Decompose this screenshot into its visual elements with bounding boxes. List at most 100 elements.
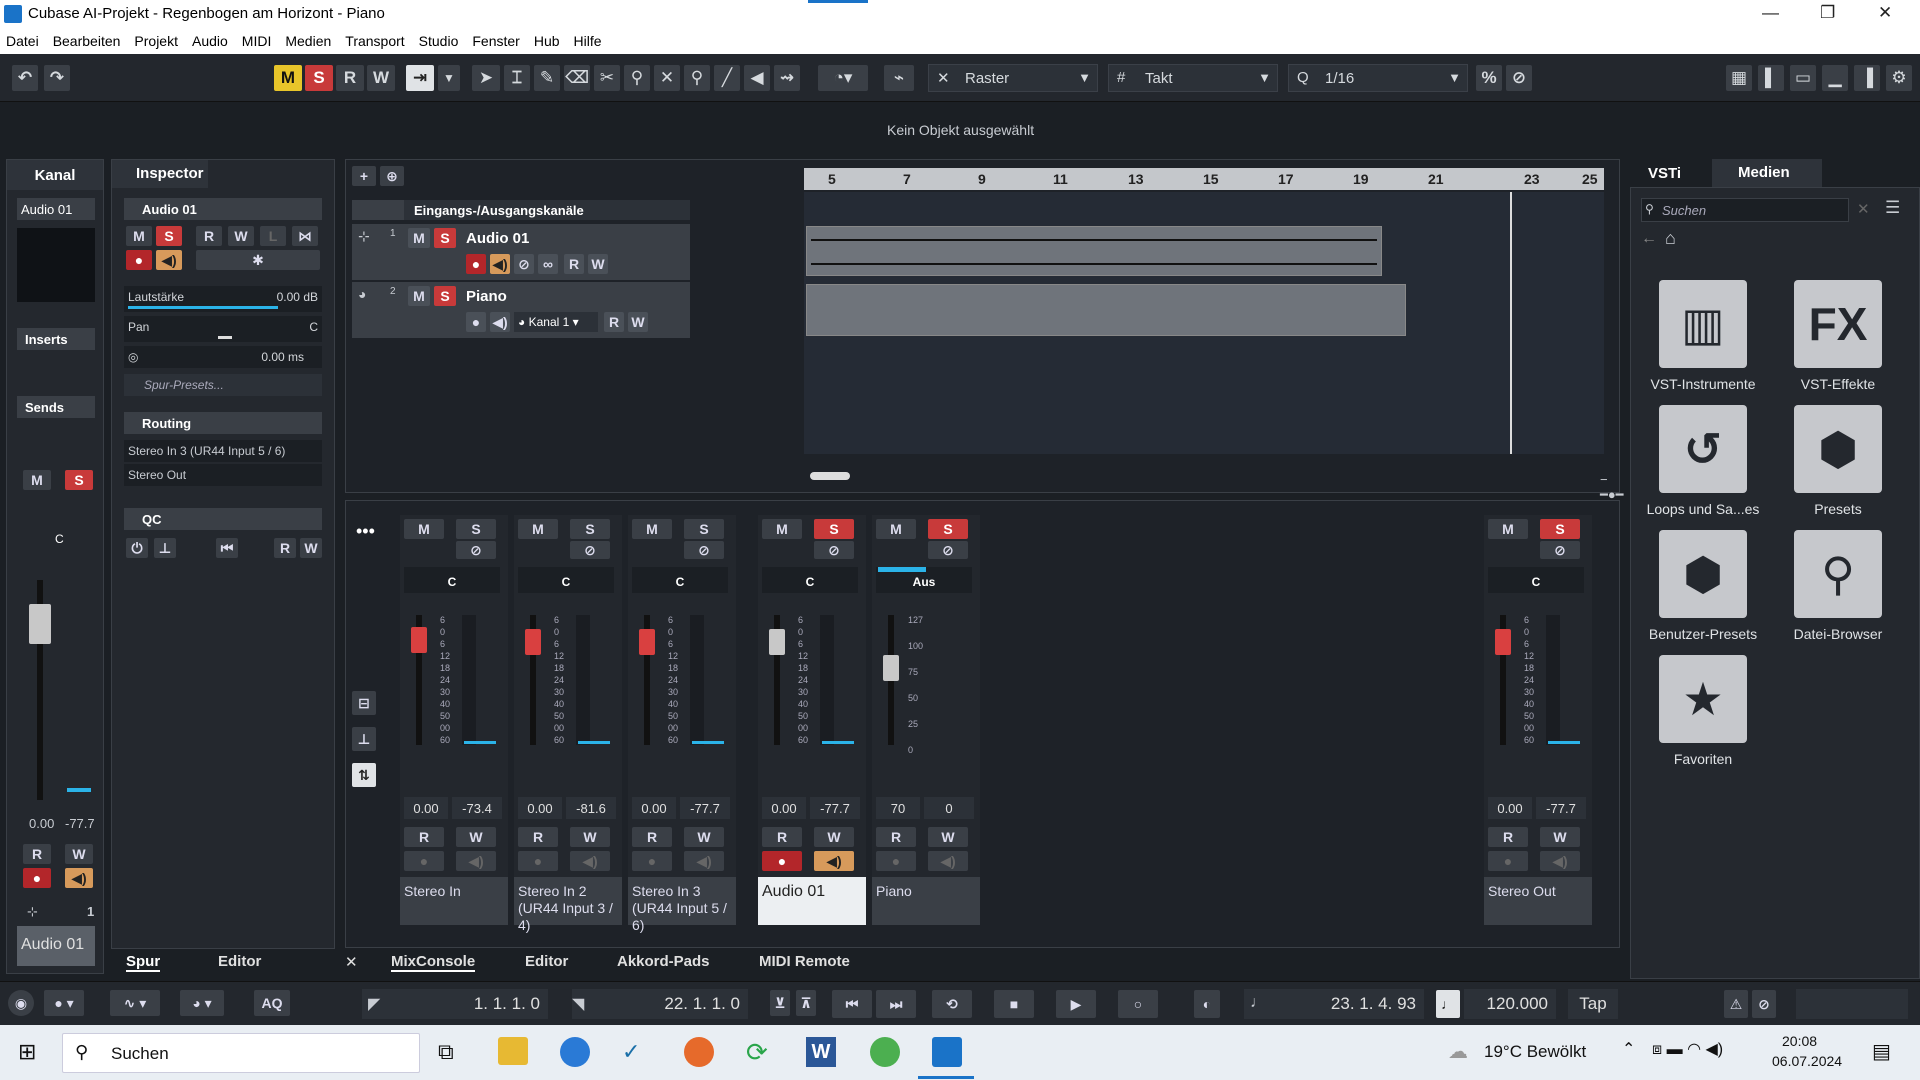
strip-solo-button[interactable]: S: [814, 519, 854, 539]
tab-spur[interactable]: Spur: [126, 953, 161, 972]
track-1-write-button[interactable]: W: [588, 254, 608, 274]
kanal-record-icon[interactable]: ●: [23, 868, 51, 888]
strip-read-button[interactable]: R: [518, 827, 558, 847]
strip-name[interactable]: Stereo In 3 (UR44 Input 5 / 6): [628, 877, 736, 933]
inspector-lock-button[interactable]: L: [260, 226, 286, 246]
tray-apps-icon[interactable]: ⧈ ▬ ◠ ◀): [1652, 1039, 1723, 1059]
delay-control[interactable]: ◎ 0.00 ms: [124, 346, 322, 368]
go-to-end-icon[interactable]: ⏭: [876, 990, 916, 1018]
track-1-lock-icon[interactable]: ⊘: [514, 254, 534, 274]
track-2-monitor-icon[interactable]: ◀): [490, 312, 510, 332]
strip-volume-value[interactable]: 0.00: [762, 797, 806, 819]
strip-pan-control[interactable]: C: [404, 567, 500, 593]
strip-mute-button[interactable]: M: [762, 519, 802, 539]
strip-monitor-icon[interactable]: ◀): [814, 851, 854, 871]
strip-fader-handle[interactable]: [411, 627, 427, 653]
tab-chord-pads[interactable]: Akkord-Pads: [617, 953, 710, 970]
list-view-icon[interactable]: ☰: [1885, 198, 1900, 218]
menu-midi[interactable]: MIDI: [242, 33, 272, 49]
strip-write-button[interactable]: W: [570, 827, 610, 847]
track-1-monitor-icon[interactable]: ◀): [490, 254, 510, 274]
mixer-meter-icon[interactable]: ⊥: [352, 727, 376, 751]
strip-mute-button[interactable]: M: [632, 519, 672, 539]
tray-chevron-icon[interactable]: ⌃: [1622, 1039, 1635, 1059]
close-button[interactable]: ✕: [1878, 3, 1892, 23]
kanal-volume-value[interactable]: 0.00: [29, 816, 54, 831]
add-track-preset-icon[interactable]: ⊕: [380, 166, 404, 186]
loops-samples-icon[interactable]: ↺: [1659, 405, 1747, 493]
settings-gear-icon[interactable]: ⚙: [1886, 65, 1912, 91]
back-icon[interactable]: ←: [1641, 230, 1657, 248]
track-2-read-button[interactable]: R: [604, 312, 624, 332]
play-icon[interactable]: ▶: [1056, 990, 1096, 1018]
windows-start-icon[interactable]: ⊞: [18, 1039, 36, 1065]
strip-monitor-icon[interactable]: ◀): [570, 851, 610, 871]
strip-fader-handle[interactable]: [769, 629, 785, 655]
strip-volume-value[interactable]: 0.00: [404, 797, 448, 819]
menu-hilfe[interactable]: Hilfe: [574, 33, 602, 49]
volume-control[interactable]: Lautstärke 0.00 dB: [124, 286, 322, 312]
menu-bearbeiten[interactable]: Bearbeiten: [53, 33, 121, 49]
strip-read-button[interactable]: R: [762, 827, 802, 847]
strip-record-icon[interactable]: ●: [762, 851, 802, 871]
tab-midi-remote[interactable]: MIDI Remote: [759, 953, 850, 970]
tempo-display[interactable]: 120.000: [1464, 989, 1556, 1019]
vlc-app-icon[interactable]: ✓: [622, 1039, 640, 1065]
strip-lock-icon[interactable]: ⊘: [814, 541, 854, 559]
lower-zone-icon[interactable]: ▁: [1822, 65, 1848, 91]
tab-editor-lower[interactable]: Editor: [525, 953, 568, 970]
strip-solo-button[interactable]: S: [684, 519, 724, 539]
track-1-record-icon[interactable]: ●: [466, 254, 486, 274]
qc-section[interactable]: QC: [124, 508, 322, 530]
strip-solo-button[interactable]: S: [928, 519, 968, 539]
center-zone-icon[interactable]: ▭: [1790, 65, 1816, 91]
strip-fader-handle[interactable]: [525, 629, 541, 655]
strip-volume-value[interactable]: 0.00: [1488, 797, 1532, 819]
inspector-tab[interactable]: Inspector: [112, 160, 208, 188]
kanal-pan-value[interactable]: C: [55, 532, 64, 546]
right-zone-icon[interactable]: ▐: [1854, 65, 1880, 91]
folder-track[interactable]: Eingangs-/Ausgangskanäle: [404, 200, 690, 220]
strip-record-icon[interactable]: ●: [1488, 851, 1528, 871]
notification-icon[interactable]: ▤: [1872, 1039, 1891, 1064]
user-presets-icon[interactable]: ⬢: [1659, 530, 1747, 618]
strip-lock-icon[interactable]: ⊘: [928, 541, 968, 559]
edge-browser-icon[interactable]: [560, 1037, 590, 1067]
track-2-handle[interactable]: ◕ 2: [352, 282, 404, 338]
project-cursor[interactable]: [1510, 192, 1512, 454]
kanal-monitor-icon[interactable]: ◀): [65, 868, 93, 888]
loops-samples-label[interactable]: Loops und Sa...es: [1633, 501, 1773, 517]
strip-name[interactable]: Stereo In: [400, 877, 508, 925]
input-routing-dropdown[interactable]: Stereo In 3 (UR44 Input 5 / 6): [124, 440, 322, 462]
midi-activity-icon[interactable]: ◕ ▾: [180, 990, 224, 1016]
inspector-write-button[interactable]: W: [228, 226, 254, 246]
qc-skip-icon[interactable]: ⏮: [216, 538, 238, 558]
strip-mute-button[interactable]: M: [876, 519, 916, 539]
strip-name[interactable]: Stereo Out: [1484, 877, 1592, 925]
tab-vsti[interactable]: VSTi: [1648, 161, 1712, 187]
right-locator-icon[interactable]: ◥: [572, 994, 584, 1014]
word-icon[interactable]: W: [806, 1037, 836, 1067]
mute-tool-icon[interactable]: ✕: [654, 65, 680, 91]
track-2-midi-channel-dropdown[interactable]: ◕ Kanal 1 ▾: [514, 312, 598, 332]
play-tool-icon[interactable]: ◀: [744, 65, 770, 91]
global-write-button[interactable]: W: [367, 65, 395, 91]
strip-volume-value[interactable]: 0.00: [518, 797, 562, 819]
favorites-star-icon[interactable]: ★: [1659, 655, 1747, 743]
range-tool-icon[interactable]: ⌶: [504, 65, 530, 91]
automation-dropdown-icon[interactable]: ▼: [438, 65, 460, 91]
vst-effects-label[interactable]: VST-Effekte: [1768, 376, 1908, 392]
zoom-tool-icon[interactable]: ⚲: [684, 65, 710, 91]
qc-write-button[interactable]: W: [300, 538, 322, 558]
strip-write-button[interactable]: W: [814, 827, 854, 847]
strip-read-button[interactable]: R: [404, 827, 444, 847]
weather-text[interactable]: 19°C Bewölkt: [1484, 1042, 1586, 1062]
track-1-name[interactable]: Audio 01: [466, 230, 529, 247]
maps-app-icon[interactable]: [870, 1037, 900, 1067]
snap-type-dropdown[interactable]: ✕ Raster ▼: [928, 64, 1098, 92]
file-browser-icon[interactable]: ⚲: [1794, 530, 1882, 618]
kanal-write-button[interactable]: W: [65, 844, 93, 864]
inspector-phase-icon[interactable]: ⋈: [292, 226, 318, 246]
menu-audio[interactable]: Audio: [192, 33, 228, 49]
strip-name[interactable]: Piano: [872, 877, 980, 925]
